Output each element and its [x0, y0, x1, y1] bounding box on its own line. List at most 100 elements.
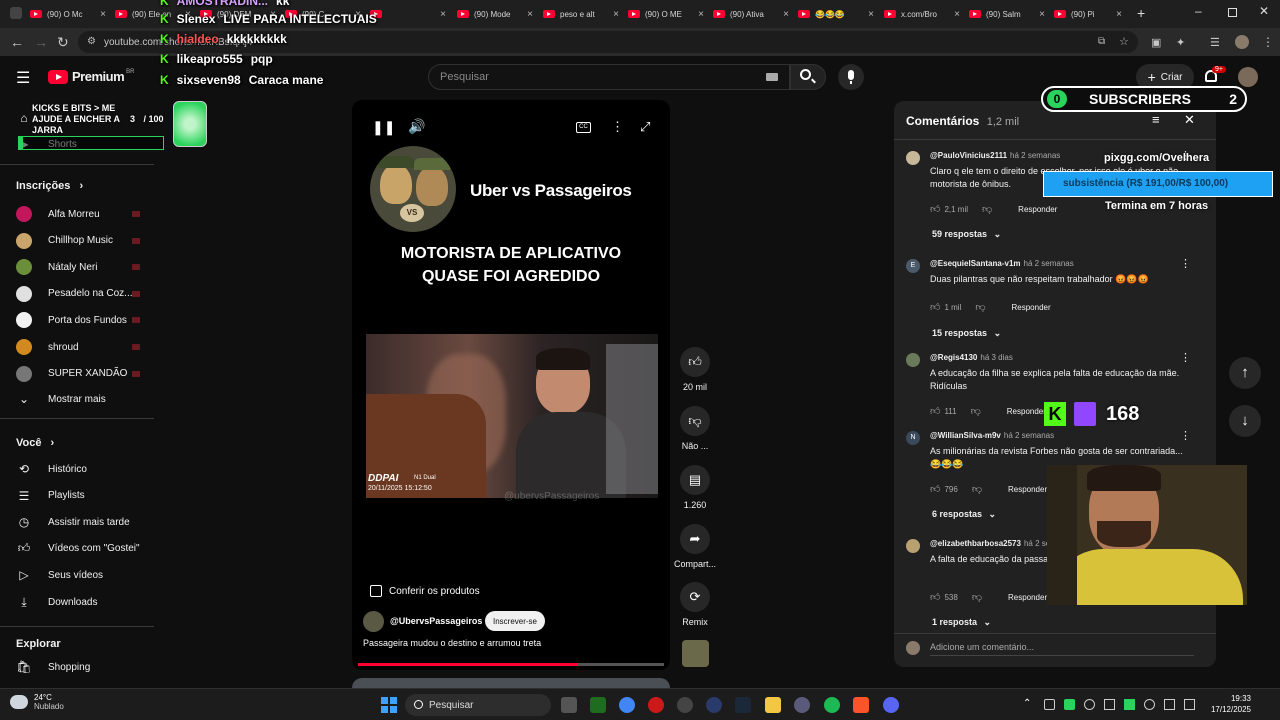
dislike-button[interactable]: 👎︎ [680, 406, 710, 436]
chrome-icon[interactable] [619, 697, 635, 713]
sidebar-item-subscription[interactable]: Nátaly Neri [16, 257, 146, 277]
close-tab-icon[interactable]: × [783, 9, 789, 20]
github-icon[interactable] [677, 697, 693, 713]
new-tab-icon[interactable]: + [1137, 5, 1145, 21]
close-comments-icon[interactable]: ✕ [1184, 112, 1195, 128]
browser-tab[interactable]: (90) Mode × [457, 4, 535, 24]
sort-icon[interactable]: ≡ [1152, 112, 1160, 127]
start-button[interactable] [381, 697, 397, 713]
extension-icon[interactable]: ▣ [1151, 35, 1161, 51]
voice-search-button[interactable] [838, 64, 864, 90]
thumbs-up-icon[interactable]: 👍︎ [930, 591, 940, 603]
close-tab-icon[interactable]: × [954, 9, 960, 20]
youtube-logo[interactable]: Premium BR [48, 69, 134, 84]
view-replies-button[interactable]: 1 resposta ⌄ [932, 617, 991, 628]
playback-progress-bar[interactable] [358, 663, 664, 666]
back-icon[interactable]: ← [10, 34, 24, 50]
search-button[interactable] [790, 64, 826, 90]
browser-tab[interactable]: (90) Salm × [969, 4, 1047, 24]
comments-button[interactable]: ▤ [680, 465, 710, 495]
tray-overflow-icon[interactable]: ⌃ [1023, 698, 1031, 709]
install-app-icon[interactable]: ⧉ [1098, 36, 1105, 47]
extensions-puzzle-icon[interactable]: ✦ [1176, 35, 1185, 51]
close-tab-icon[interactable]: × [440, 9, 446, 20]
browser-tab[interactable]: (90) O Mc × [30, 4, 108, 24]
sidebar-item-subscription[interactable]: Pesadelo na Coz... [16, 284, 146, 304]
volume-icon[interactable]: 🔊 [408, 118, 425, 135]
sidebar-item-subscription[interactable]: SUPER XANDÃO [16, 364, 146, 384]
brave-icon[interactable] [853, 697, 869, 713]
clock[interactable]: 19:33 17/12/2025 [1207, 694, 1251, 714]
discord-icon[interactable] [883, 697, 899, 713]
sidebar-item-subscription[interactable]: Alfa Morreu [16, 204, 146, 224]
browser-tab[interactable]: peso e alt × [543, 4, 621, 24]
taskbar-search[interactable]: Pesquisar [405, 694, 551, 716]
you-heading[interactable]: Você › [16, 437, 54, 449]
task-view-icon[interactable] [561, 697, 577, 713]
sidebar-item-subscription[interactable]: Chillhop Music [16, 231, 146, 251]
system-tray-icons[interactable] [1044, 699, 1195, 710]
browser-menu-icon[interactable]: ⋮ [1262, 34, 1274, 50]
captions-icon[interactable]: CC [576, 122, 591, 133]
browser-tab[interactable]: × [370, 4, 448, 24]
reply-button[interactable]: Responder [1008, 485, 1047, 494]
thumbs-up-icon[interactable]: 👍︎ [930, 405, 940, 417]
account-avatar[interactable] [1238, 67, 1258, 87]
thumbs-up-icon[interactable]: 👍︎ [930, 301, 940, 313]
media-app-icon[interactable] [590, 697, 606, 713]
reply-button[interactable]: Responder [1018, 205, 1057, 214]
view-replies-button[interactable]: 59 respostas ⌄ [932, 229, 1001, 240]
commenter-avatar[interactable] [906, 151, 920, 165]
comment-author[interactable]: @PauloVinicius2111 há 2 semanas [930, 151, 1060, 160]
pause-icon[interactable]: ❚❚ [372, 119, 395, 136]
browser-tab[interactable]: (90) O ME × [628, 4, 706, 24]
tab-strip-icon[interactable] [10, 7, 22, 19]
view-replies-button[interactable]: 6 respostas ⌄ [932, 509, 996, 520]
reply-button[interactable]: Responder [1012, 303, 1051, 312]
forward-icon[interactable]: → [34, 34, 48, 50]
comment-author[interactable]: @EsequielSantana-v1m há 2 semanas [930, 259, 1074, 268]
comment-menu-icon[interactable]: ⋮ [1180, 351, 1191, 364]
browser-tab[interactable]: (90) Pi × [1054, 4, 1124, 24]
share-button[interactable]: ➦ [680, 524, 710, 554]
reload-icon[interactable]: ↻ [57, 34, 69, 50]
close-tab-icon[interactable]: × [698, 9, 704, 20]
close-window-icon[interactable]: ✕ [1259, 4, 1269, 18]
commenter-avatar[interactable]: E [906, 259, 920, 273]
app-icon[interactable] [794, 697, 810, 713]
thumbs-down-icon[interactable]: 👎︎ [972, 483, 982, 495]
search-input[interactable]: Pesquisar [428, 64, 790, 90]
sidebar-item-you[interactable]: ⟲ Histórico [16, 459, 146, 479]
thumbs-up-icon[interactable]: 👍︎ [930, 203, 940, 215]
comment-author[interactable]: @Regis4130 há 3 dias [930, 353, 1013, 362]
next-short-button[interactable]: ↓ [1229, 405, 1261, 437]
fullscreen-icon[interactable]: ⤢ [640, 119, 650, 135]
sidebar-item-you[interactable]: ☰ Playlists [16, 486, 146, 506]
channel-handle[interactable]: @UbervsPassageiros [390, 616, 482, 626]
comment-menu-icon[interactable]: ⋮ [1180, 257, 1191, 270]
commenter-avatar[interactable]: N [906, 431, 920, 445]
thumbs-down-icon[interactable]: 👎︎ [971, 405, 981, 417]
sidebar-item-shopping[interactable]: 🛍 Shopping [16, 657, 146, 677]
more-options-icon[interactable]: ⋮ [611, 119, 624, 135]
comment-author[interactable]: @WillianSilva-m9v há 2 semanas [930, 431, 1054, 440]
subscriptions-heading[interactable]: Inscrições › [16, 180, 83, 192]
spotify-icon[interactable] [824, 697, 840, 713]
site-info-icon[interactable]: ⚙ [87, 36, 96, 47]
comment-menu-icon[interactable]: ⋮ [1180, 429, 1191, 442]
commenter-avatar[interactable] [906, 539, 920, 553]
app-icon[interactable] [706, 697, 722, 713]
steam-icon[interactable] [735, 697, 751, 713]
reply-button[interactable]: Responder [1008, 593, 1047, 602]
reply-button[interactable]: Responder [1007, 407, 1046, 416]
sound-thumbnail[interactable] [682, 640, 709, 667]
view-replies-button[interactable]: 15 respostas ⌄ [932, 328, 1001, 339]
products-link[interactable]: Conferir os produtos [370, 585, 480, 597]
thumbs-down-icon[interactable]: 👎︎ [975, 301, 985, 313]
browser-tab[interactable]: 😂😂😂 × [798, 4, 876, 24]
maximize-icon[interactable] [1228, 8, 1237, 17]
minimize-icon[interactable]: – [1195, 4, 1202, 18]
close-tab-icon[interactable]: × [100, 9, 106, 20]
hamburger-menu-icon[interactable]: ☰ [16, 68, 30, 88]
short-player[interactable]: ❚❚ 🔊 CC ⋮ ⤢ VS Uber vs Passageiros MOTOR… [352, 100, 670, 670]
